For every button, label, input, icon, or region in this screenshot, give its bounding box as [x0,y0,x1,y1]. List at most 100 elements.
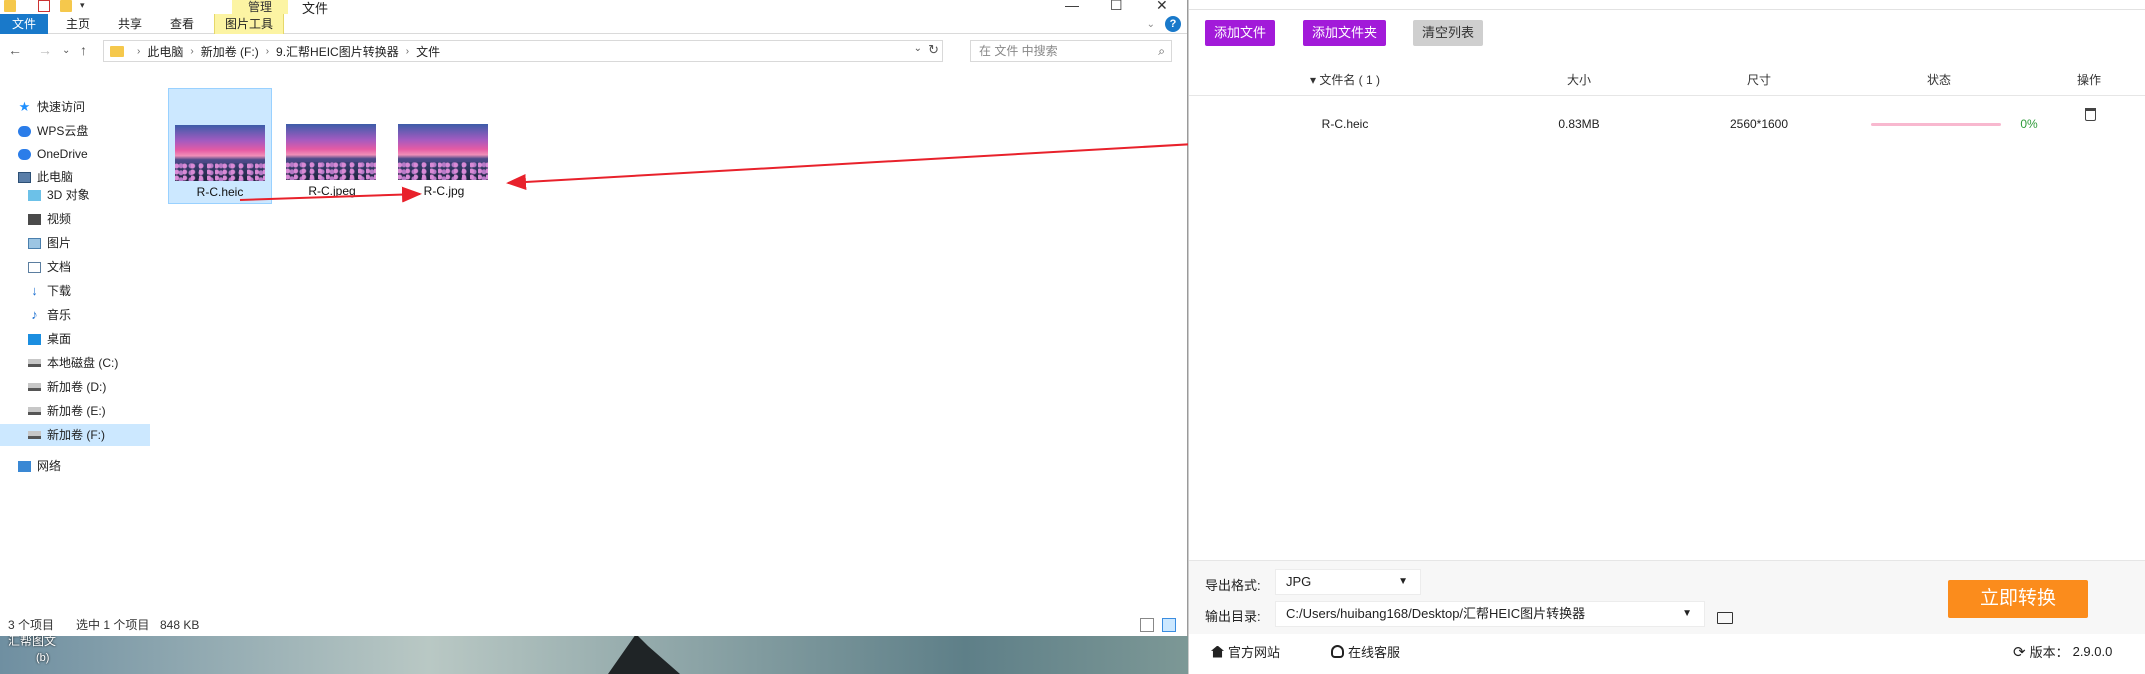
chevron-right-icon[interactable]: › [266,46,269,57]
recent-chevron-icon[interactable]: ⌄ [62,45,70,56]
nav-label: 文档 [47,260,72,274]
chevron-down-icon: ▼ [1398,576,1408,587]
official-website-link[interactable]: 官方网站 [1211,642,1280,661]
export-format-select[interactable]: JPG ▼ [1275,569,1421,595]
nav-3d-objects[interactable]: 3D 对象 [28,184,90,206]
file-name: R-C.jpg [423,184,465,198]
minimize-icon[interactable]: — [1065,0,1079,13]
nav-label: 图片 [47,236,72,250]
selected-size: 848 KB [160,618,200,632]
converter-footer: 官方网站 在线客服 ⟳ 版本： 2.9.0.0 [1189,634,2145,674]
column-action: 操作 [2076,73,2101,87]
desktop-icon-label-2[interactable]: (b) [36,652,49,664]
cube-icon [28,189,41,201]
nav-drive-c[interactable]: 本地磁盘 (C:) [28,352,118,374]
chevron-down-icon: ▼ [1682,608,1692,619]
tab-share[interactable]: 共享 [108,14,152,34]
search-input[interactable]: 在 文件 中搜索 ⌕ [970,40,1172,62]
headset-icon [1331,645,1344,658]
column-dimension: 尺寸 [1746,73,1771,87]
up-arrow-icon[interactable]: ↑ [80,42,87,58]
title-bar: ▾ 管理 文件 — ☐ ✕ [0,0,1187,16]
file-explorer-window: ▾ 管理 文件 — ☐ ✕ 文件 主页 共享 查看 图片工具 ⌄ ? ← → ⌄… [0,0,1188,636]
customize-qat-icon[interactable]: ▾ [80,0,92,12]
maximize-icon[interactable]: ☐ [1110,0,1123,14]
version-label: 版本： [2029,645,2069,660]
nav-label: 本地磁盘 (C:) [47,356,119,370]
add-folder-button[interactable]: 添加文件夹 [1303,20,1387,46]
video-icon [28,213,41,225]
back-arrow-icon[interactable]: ← [8,42,22,58]
file-item[interactable]: R-C.jpg [392,88,496,204]
file-item[interactable]: R-C.heic [168,88,272,204]
breadcrumb-item[interactable]: 此电脑 [147,43,183,60]
file-name: R-C.jpeg [308,184,356,198]
heic-converter-window: 添加文件 添加文件夹 清空列表 ▾ 文件名 ( 1 ) 大小 尺寸 状态 操作 … [1188,0,2145,674]
nav-drive-d[interactable]: 新加卷 (D:) [28,376,106,398]
nav-drive-f[interactable]: 新加卷 (F:) [0,424,150,446]
item-count: 3 个项目 [8,618,55,632]
chevron-right-icon[interactable]: › [190,46,193,57]
online-support-link[interactable]: 在线客服 [1331,642,1400,661]
file-name: R-C.heic [196,185,244,199]
properties-icon[interactable] [38,0,50,12]
chevron-right-icon[interactable]: › [406,46,409,57]
computer-icon [18,171,31,183]
ribbon-right-controls: ⌄ ? [1147,16,1181,32]
address-bar[interactable]: › 此电脑 › 新加卷 (F:) › 9.汇帮HEIC图片转换器 › 文件 ⌄ … [103,40,943,62]
help-icon[interactable]: ? [1165,16,1181,32]
update-icon: ⟳ [2013,643,2026,661]
table-row[interactable]: R-C.heic 0.83MB 2560*1600 0% [1189,108,2145,140]
output-dir-value: C:/Users/huibang168/Desktop/汇帮HEIC图片转换器 [1286,606,1586,621]
details-view-icon[interactable] [1140,618,1154,632]
nav-documents[interactable]: 文档 [28,256,71,278]
tab-home[interactable]: 主页 [56,14,100,34]
context-tab-manage[interactable]: 管理 [232,0,288,14]
network-icon [18,460,31,472]
breadcrumb-item[interactable]: 新加卷 (F:) [201,43,259,60]
address-row: ← → ⌄ ↑ › 此电脑 › 新加卷 (F:) › 9.汇帮HEIC图片转换器… [0,34,1187,66]
refresh-icon[interactable]: ↻ [928,42,939,58]
chevron-right-icon[interactable]: › [137,46,140,57]
trash-icon[interactable] [2085,108,2096,121]
file-item[interactable]: R-C.jpeg [280,88,384,204]
nav-downloads[interactable]: ↓ 下载 [28,280,71,302]
convert-now-button[interactable]: 立即转换 [1948,580,2088,618]
nav-wps-cloud[interactable]: WPS云盘 [18,120,88,142]
clear-list-button[interactable]: 清空列表 [1413,20,1484,46]
drive-icon [28,407,41,415]
nav-quick-access[interactable]: ★ 快速访问 [18,96,85,118]
export-format-label: 导出格式: [1205,578,1261,593]
tab-file[interactable]: 文件 [0,14,48,34]
tab-view[interactable]: 查看 [160,14,204,34]
close-icon[interactable]: ✕ [1156,0,1168,14]
nav-label: WPS云盘 [37,124,89,138]
output-dir-select[interactable]: C:/Users/huibang168/Desktop/汇帮HEIC图片转换器 … [1275,601,1705,627]
column-filename[interactable]: ▾ 文件名 ( 1 ) [1275,64,1415,96]
tab-picture-tools[interactable]: 图片工具 [214,14,285,34]
new-folder-icon[interactable] [60,0,72,12]
selected-count: 选中 1 个项目 [76,618,150,632]
large-icons-view-icon[interactable] [1162,618,1176,632]
search-icon[interactable]: ⌕ [1158,41,1165,61]
nav-label: 新加卷 (E:) [47,404,106,418]
column-status: 状态 [1926,73,1951,87]
version-info[interactable]: ⟳ 版本： 2.9.0.0 [2013,642,2112,661]
breadcrumb-item[interactable]: 9.汇帮HEIC图片转换器 [276,43,399,60]
star-icon: ★ [18,99,31,114]
nav-music[interactable]: ♪ 音乐 [28,304,71,326]
add-file-button[interactable]: 添加文件 [1205,20,1276,46]
nav-pictures[interactable]: 图片 [28,232,71,254]
breadcrumb-item[interactable]: 文件 [416,43,440,60]
address-dropdown-icon[interactable]: ⌄ [914,43,922,54]
folder-open-icon[interactable] [1717,612,1733,624]
forward-arrow-icon[interactable]: → [38,42,52,58]
home-icon [1211,645,1224,658]
onedrive-icon [18,148,31,160]
expand-ribbon-icon[interactable]: ⌄ [1147,19,1155,30]
nav-onedrive[interactable]: OneDrive [18,143,88,165]
nav-videos[interactable]: 视频 [28,208,71,230]
nav-drive-e[interactable]: 新加卷 (E:) [28,400,106,422]
nav-network[interactable]: 网络 [18,455,61,477]
nav-desktop[interactable]: 桌面 [28,328,71,350]
